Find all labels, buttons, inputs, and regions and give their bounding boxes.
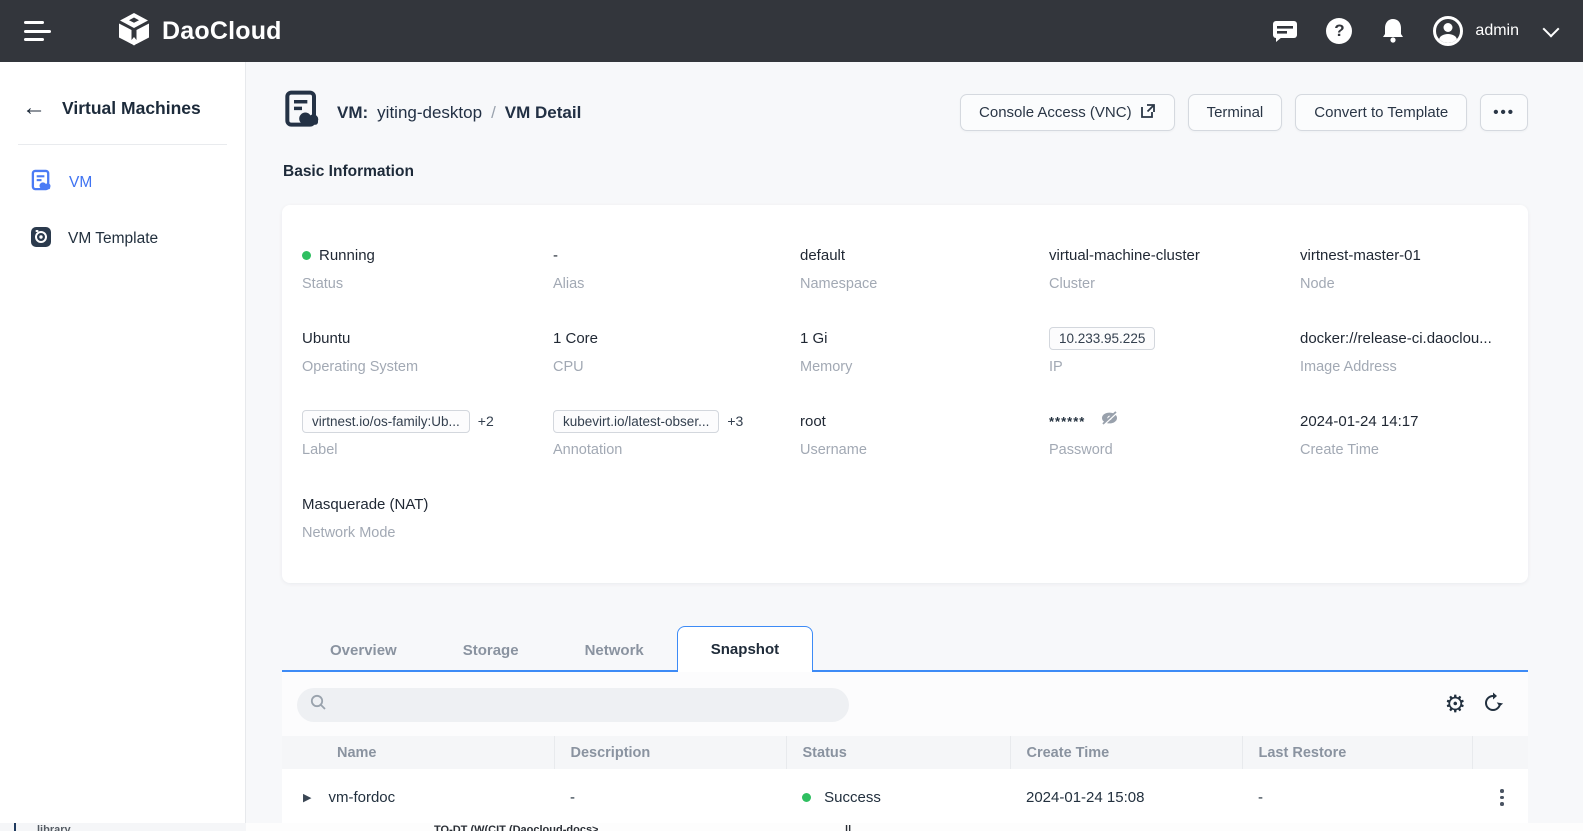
info-field-node: virtnest-master-01 Node: [1300, 246, 1421, 293]
info-field-create-time: 2024-01-24 14:17 Create Time: [1300, 412, 1419, 459]
info-field-cpu: 1 Core CPU: [553, 329, 599, 376]
snapshot-last-restore: -: [1242, 769, 1472, 823]
vm-doc-cloud-icon: [30, 169, 53, 197]
col-header-last-restore[interactable]: Last Restore: [1242, 736, 1473, 769]
info-field-image-address: docker://release-ci.daoclou... Image Add…: [1300, 329, 1492, 376]
brand-logo[interactable]: DaoCloud: [116, 11, 282, 52]
hamburger-menu-icon[interactable]: [24, 21, 52, 41]
snapshot-panel: ⚙ Name Description Status Create Time La…: [282, 672, 1528, 823]
more-actions-icon: •••: [1493, 104, 1515, 121]
vm-page-icon: [283, 90, 321, 135]
row-status-dot-icon: [802, 792, 811, 802]
search-box[interactable]: [297, 688, 849, 722]
status-dot-icon: [302, 250, 311, 260]
table-row[interactable]: ▶ vm-fordoc - Success 2024-01-24 15:08 -: [282, 769, 1528, 823]
bell-icon[interactable]: [1379, 17, 1407, 45]
col-header-actions: [1472, 736, 1528, 769]
more-actions-button[interactable]: •••: [1480, 94, 1528, 131]
search-icon: [310, 694, 327, 716]
row-actions-kebab-icon[interactable]: [1500, 789, 1504, 806]
snapshot-description: -: [554, 769, 786, 823]
username-label: admin: [1475, 22, 1519, 39]
eye-off-icon[interactable]: [1099, 409, 1120, 433]
user-avatar-icon[interactable]: [1433, 16, 1464, 46]
ip-chip[interactable]: 10.233.95.225: [1049, 326, 1156, 350]
annotation-more-count[interactable]: +3: [727, 411, 743, 432]
external-link-icon: [1140, 103, 1156, 123]
sidebar-item-vm-template[interactable]: VM Template: [0, 211, 245, 267]
info-field-network-mode: Masquerade (NAT) Network Mode: [302, 495, 429, 542]
sidebar-item-label: VM Template: [68, 230, 159, 247]
help-icon[interactable]: ?: [1325, 17, 1353, 45]
chat-icon[interactable]: [1271, 17, 1299, 45]
breadcrumb: VM: yiting-desktop / VM Detail: [337, 103, 581, 123]
info-field-namespace: default Namespace: [800, 246, 878, 293]
top-navigation-bar: DaoCloud ? admin: [0, 0, 1583, 62]
console-access-vnc-button[interactable]: Console Access (VNC): [960, 94, 1175, 131]
vm-template-icon: [30, 226, 52, 253]
info-field-ip: 10.233.95.225 IP: [1049, 326, 1300, 375]
basic-information-title: Basic Information: [283, 163, 414, 180]
table-settings-gear-icon[interactable]: ⚙: [1444, 693, 1466, 717]
tab-storage[interactable]: Storage: [430, 628, 552, 672]
expand-row-icon[interactable]: ▶: [303, 791, 311, 804]
daocloud-cube-icon: [116, 11, 152, 52]
info-field-password: ****** Password: [1049, 409, 1300, 458]
convert-label: Convert to Template: [1314, 104, 1449, 121]
col-header-name[interactable]: Name: [282, 736, 555, 769]
chevron-down-icon[interactable]: [1542, 20, 1560, 37]
terminal-button[interactable]: Terminal: [1187, 94, 1283, 131]
snapshot-status: Success: [824, 788, 881, 806]
sidebar-title: Virtual Machines: [62, 97, 201, 118]
brand-name: DaoCloud: [162, 16, 282, 45]
detail-tabs: Overview Storage Network Snapshot: [282, 626, 1528, 672]
info-field-cluster: virtual-machine-cluster Cluster: [1049, 246, 1200, 293]
label-more-count[interactable]: +2: [478, 411, 494, 432]
clipped-background-window: library TO-DT (W(CIT (Daocloud-docs> ||: [0, 823, 1583, 831]
col-header-description[interactable]: Description: [554, 736, 787, 769]
info-field-annotation: kubevirt.io/latest-obser... +3 Annotatio…: [553, 409, 800, 458]
snapshot-create-time: 2024-01-24 15:08: [1010, 769, 1242, 823]
terminal-label: Terminal: [1206, 104, 1264, 121]
basic-information-card: Running Status - Alias default Namespace…: [282, 205, 1528, 583]
sidebar: ← Virtual Machines VM VM Template: [0, 62, 246, 823]
convert-to-template-button[interactable]: Convert to Template: [1295, 94, 1468, 131]
breadcrumb-prefix: VM:: [337, 102, 369, 122]
snapshot-name: vm-fordoc: [328, 788, 396, 806]
refresh-icon[interactable]: [1482, 692, 1504, 719]
info-field-memory: 1 Gi Memory: [800, 329, 853, 376]
artifact-fragment: ||: [845, 824, 852, 831]
snapshot-table: Name Description Status Create Time Last…: [282, 736, 1528, 823]
artifact-fragment: library: [37, 824, 71, 831]
sidebar-divider: [18, 144, 227, 145]
password-masked-value: ******: [1049, 413, 1086, 429]
tab-snapshot[interactable]: Snapshot: [676, 626, 814, 672]
annotation-chip[interactable]: kubevirt.io/latest-obser...: [553, 409, 720, 433]
artifact-fragment: TO-DT (W(CIT (Daocloud-docs>: [434, 824, 599, 831]
col-header-status[interactable]: Status: [786, 736, 1011, 769]
breadcrumb-current: VM Detail: [504, 102, 582, 122]
col-header-create-time[interactable]: Create Time: [1010, 736, 1243, 769]
sidebar-item-vm[interactable]: VM: [0, 155, 245, 211]
console-access-label: Console Access (VNC): [979, 104, 1132, 121]
main-content: VM: yiting-desktop / VM Detail Console A…: [246, 62, 1583, 823]
info-field-alias: - Alias: [553, 246, 585, 293]
back-arrow-icon[interactable]: ←: [22, 96, 46, 120]
info-field-label: virtnest.io/os-family:Ub... +2 Label: [302, 409, 553, 458]
search-input[interactable]: [335, 697, 815, 713]
breadcrumb-vm-name[interactable]: yiting-desktop: [377, 103, 482, 123]
status-value: Running: [319, 246, 375, 264]
tab-network[interactable]: Network: [552, 628, 677, 672]
sidebar-item-label: VM: [69, 174, 93, 191]
breadcrumb-separator: /: [491, 102, 496, 122]
info-field-username: root Username: [800, 412, 867, 459]
info-field-os: Ubuntu Operating System: [302, 329, 419, 376]
info-field-status: Running Status: [302, 246, 375, 292]
tab-overview[interactable]: Overview: [297, 628, 430, 672]
label-chip[interactable]: virtnest.io/os-family:Ub...: [302, 409, 470, 433]
